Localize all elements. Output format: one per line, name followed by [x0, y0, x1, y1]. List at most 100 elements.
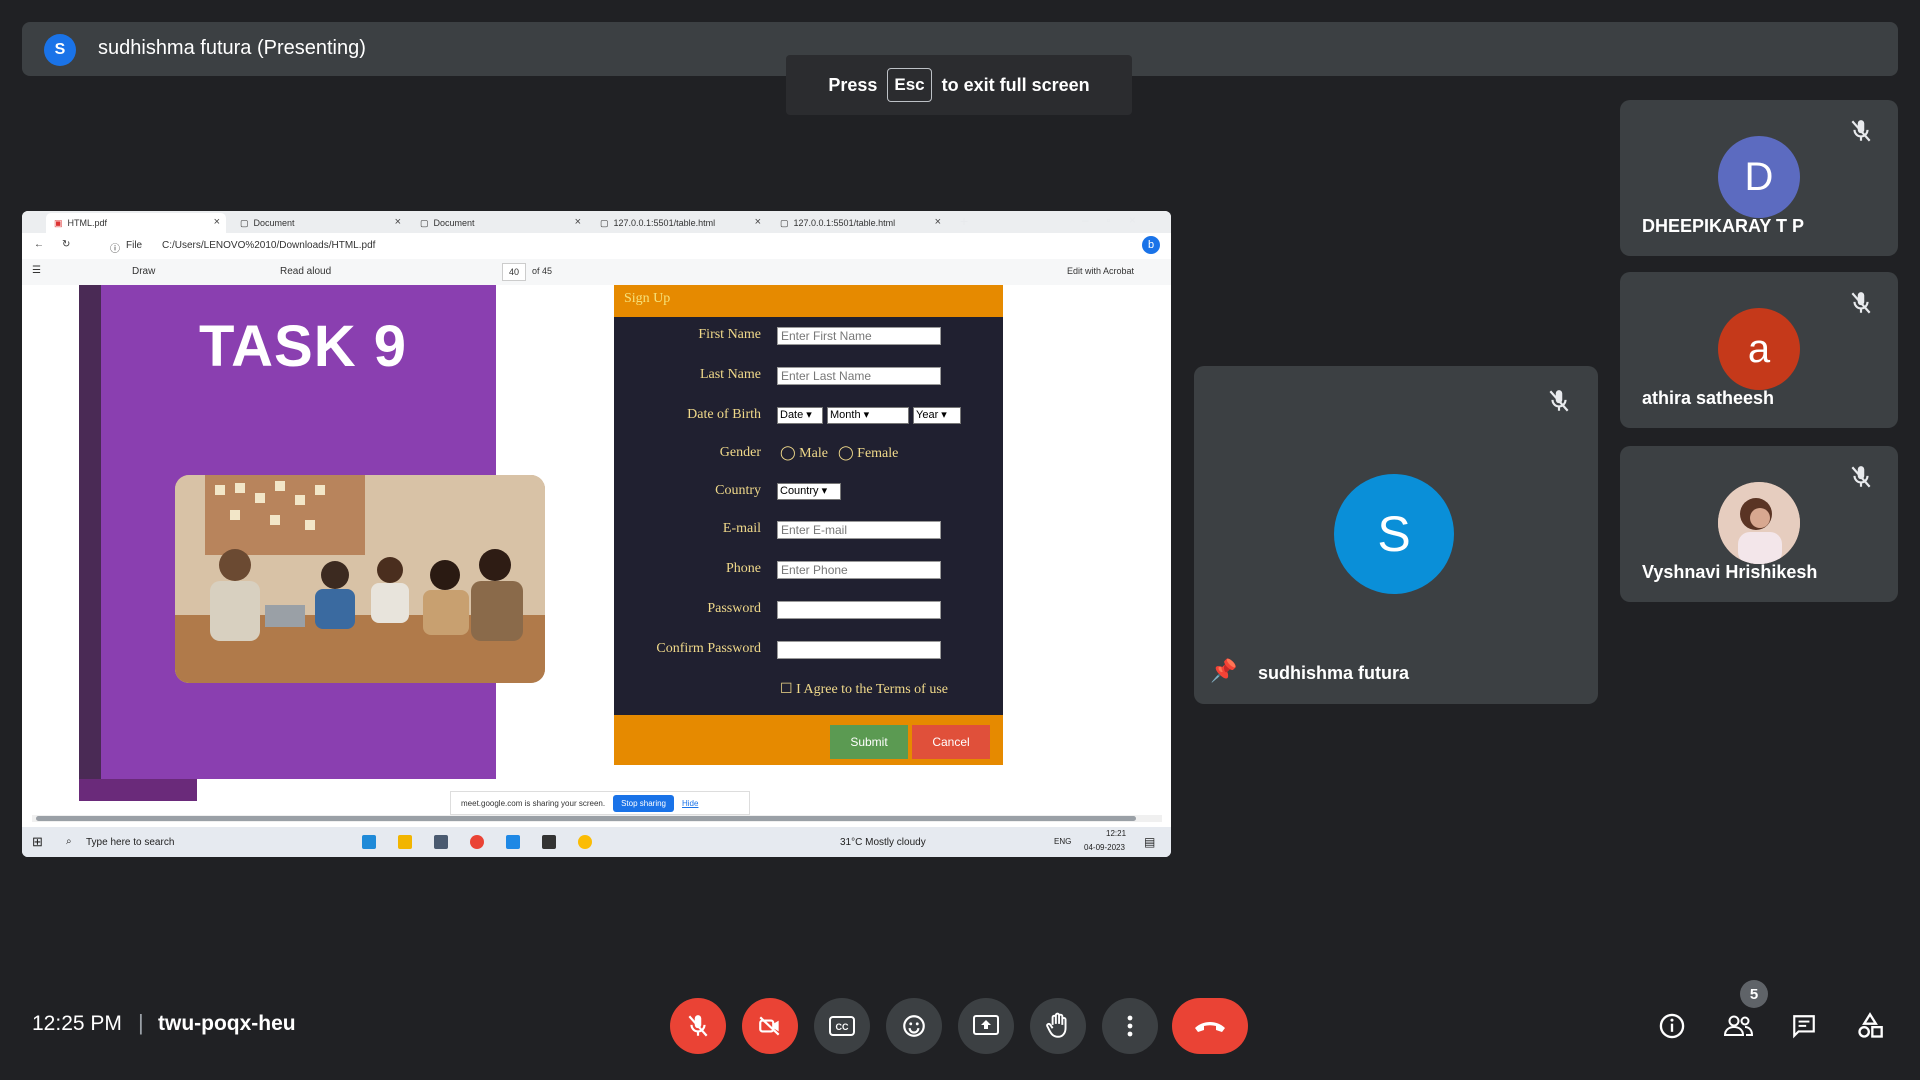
confirm-password-field[interactable]: [777, 641, 941, 659]
more-options-button[interactable]: [1102, 998, 1158, 1054]
present-button[interactable]: [958, 998, 1014, 1054]
edge-icon[interactable]: [362, 835, 376, 849]
windows-start-icon[interactable]: ⊞: [32, 834, 43, 850]
participant-photo: [1718, 482, 1800, 564]
chrome-icon-2[interactable]: [578, 835, 592, 849]
email-field[interactable]: Enter E-mail: [777, 521, 941, 539]
photos-icon[interactable]: [542, 835, 556, 849]
raise-hand-button[interactable]: [1030, 998, 1086, 1054]
clock: 12:25 PM: [32, 1012, 122, 1035]
first-name-label: First Name: [698, 327, 761, 342]
hand-icon: [1046, 1012, 1067, 1038]
notification-icon[interactable]: ▤: [1144, 835, 1155, 849]
info-icon: [1659, 1013, 1685, 1039]
mic-toggle-button[interactable]: [670, 998, 726, 1054]
form-body: First Name Enter First Name Last Name En…: [614, 317, 1003, 715]
people-button[interactable]: [1722, 1010, 1754, 1042]
meeting-details-button[interactable]: [1656, 1010, 1688, 1042]
back-icon[interactable]: ←: [34, 239, 44, 250]
mail-icon[interactable]: [434, 835, 448, 849]
emoji-icon: [903, 1015, 925, 1037]
participant-tile-dheepikaray[interactable]: D DHEEPIKARAY T P: [1620, 100, 1898, 256]
submit-button[interactable]: Submit: [830, 725, 908, 759]
draw-button[interactable]: Draw: [132, 266, 155, 277]
search-icon[interactable]: ⌕: [66, 836, 72, 847]
close-icon[interactable]: ×: [935, 216, 941, 228]
close-icon[interactable]: ×: [214, 216, 220, 228]
activities-icon: [1858, 1012, 1883, 1038]
tab-html-pdf[interactable]: ▣ HTML.pdf ×: [46, 213, 226, 233]
confirm-password-label: Confirm Password: [656, 641, 761, 656]
muted-mic-icon: [1848, 464, 1874, 490]
reload-icon[interactable]: ↻: [62, 239, 70, 250]
browser-tab-bar: ▣ HTML.pdf × ▢ Document × ▢ Document × ▢…: [22, 211, 1171, 233]
mic-off-icon: [688, 1015, 708, 1037]
year-select[interactable]: Year ▾: [913, 407, 961, 424]
vscode-icon[interactable]: [506, 835, 520, 849]
phone-field[interactable]: Enter Phone: [777, 561, 941, 579]
gender-male-radio[interactable]: ◯ Male: [780, 445, 828, 462]
folder-icon[interactable]: [398, 835, 412, 849]
reactions-button[interactable]: [886, 998, 942, 1054]
hide-link[interactable]: Hide: [682, 799, 698, 808]
edit-acrobat-button[interactable]: Edit with Acrobat: [1067, 266, 1134, 276]
participant-name: athira satheesh: [1642, 388, 1775, 408]
toast-press: Press: [828, 74, 878, 95]
tab-label: Document: [433, 218, 475, 228]
participant-tile-vyshnavi[interactable]: Vyshnavi Hrishikesh: [1620, 446, 1898, 602]
participant-tile-athira[interactable]: a athira satheesh: [1620, 272, 1898, 428]
main-participant-tile[interactable]: S 📌 sudhishma futura: [1194, 366, 1598, 704]
participant-name: DHEEPIKARAY T P: [1642, 216, 1805, 236]
main-participant-name: sudhishma futura: [1258, 663, 1410, 683]
read-aloud-button[interactable]: Read aloud: [280, 266, 331, 277]
tab-label: Document: [253, 218, 295, 228]
page-number-input[interactable]: 40: [502, 263, 526, 281]
tab-table-1[interactable]: ▢ 127.0.0.1:5501/table.html ×: [592, 213, 767, 233]
horizontal-scrollbar[interactable]: [32, 815, 1162, 822]
chat-button[interactable]: [1788, 1010, 1820, 1042]
presenter-title: sudhishma futura (Presenting): [98, 37, 366, 59]
pin-icon[interactable]: 📌: [1210, 658, 1237, 684]
cancel-button[interactable]: Cancel: [912, 725, 990, 759]
tab-document-2[interactable]: ▢ Document ×: [412, 213, 587, 233]
activities-button[interactable]: [1854, 1010, 1886, 1042]
document-icon: ▢: [780, 217, 789, 228]
tab-label: 127.0.0.1:5501/table.html: [613, 218, 716, 228]
dob-label: Date of Birth: [687, 407, 761, 422]
scrollbar-thumb[interactable]: [36, 816, 1136, 821]
leave-call-button[interactable]: [1172, 998, 1248, 1054]
new-tab-button[interactable]: +: [960, 213, 968, 229]
camera-off-icon: [759, 1016, 780, 1036]
close-icon[interactable]: ×: [755, 216, 761, 228]
window-controls[interactable]: –▫×: [1082, 213, 1154, 227]
first-name-field[interactable]: Enter First Name: [777, 327, 941, 345]
sharing-banner: meet.google.com is sharing your screen. …: [450, 791, 750, 815]
password-field[interactable]: [777, 601, 941, 619]
month-select[interactable]: Month ▾: [827, 407, 909, 424]
password-label: Password: [707, 601, 761, 616]
presenter-avatar: S: [44, 34, 76, 66]
chrome-icon[interactable]: [470, 835, 484, 849]
sharing-text: meet.google.com is sharing your screen.: [461, 798, 606, 808]
phone-label: Phone: [726, 561, 761, 576]
gender-female-radio[interactable]: ◯ Female: [838, 445, 898, 462]
date-select[interactable]: Date ▾: [777, 407, 823, 424]
taskbar-search[interactable]: Type here to search: [86, 837, 174, 848]
country-select[interactable]: Country ▾: [777, 483, 841, 500]
address-bar[interactable]: ← ↻ ⓘ File C:/Users/LENOVO%2010/Download…: [22, 233, 1171, 260]
tab-table-2[interactable]: ▢ 127.0.0.1:5501/table.html ×: [772, 213, 947, 233]
url-text[interactable]: C:/Users/LENOVO%2010/Downloads/HTML.pdf: [162, 240, 375, 251]
close-icon[interactable]: ×: [395, 216, 401, 228]
close-icon[interactable]: ×: [575, 216, 581, 228]
participant-avatar: a: [1718, 308, 1800, 390]
stop-sharing-button[interactable]: Stop sharing: [613, 794, 674, 812]
camera-toggle-button[interactable]: [742, 998, 798, 1054]
gender-label: Gender: [719, 445, 761, 460]
tab-document-1[interactable]: ▢ Document ×: [232, 213, 407, 233]
contents-icon[interactable]: ☰: [32, 265, 41, 276]
captions-button[interactable]: CC: [814, 998, 870, 1054]
clock-time: 12:21: [1106, 829, 1127, 838]
last-name-field[interactable]: Enter Last Name: [777, 367, 941, 385]
bing-icon[interactable]: b: [1142, 236, 1160, 254]
terms-checkbox[interactable]: ☐ I Agree to the Terms of use: [780, 681, 948, 698]
